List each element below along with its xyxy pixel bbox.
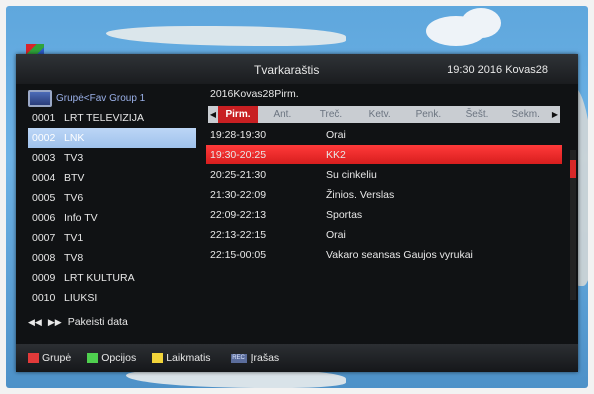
window-title-bar: Tvarkaraštis 19:30 2016 Kovas28 bbox=[16, 54, 578, 84]
channel-number: 0006 bbox=[32, 212, 56, 224]
channel-row[interactable]: 0001 LRT TELEVIZIJA bbox=[28, 108, 196, 128]
red-key-icon bbox=[28, 353, 39, 363]
channel-number: 0008 bbox=[32, 252, 56, 264]
epg-panel: 2016Kovas28Pirm. ◀ Pirm. Ant. Treč. Ketv. Pe… bbox=[206, 88, 576, 264]
channel-name: LRT KULTURA bbox=[64, 272, 135, 284]
green-key-label: Opcijos bbox=[101, 352, 137, 364]
event-time: 19:30-20:25 bbox=[210, 148, 267, 161]
channel-row[interactable]: 0005 TV6 bbox=[28, 188, 196, 208]
scrollbar[interactable] bbox=[570, 150, 576, 300]
event-title: Žinios. Verslas bbox=[326, 188, 395, 201]
change-date-hint[interactable]: ◀◀ ▶▶ Pakeisti data bbox=[28, 316, 128, 328]
scrollbar-thumb[interactable] bbox=[570, 160, 576, 178]
event-title: Sportas bbox=[326, 208, 363, 221]
tab-left-arrow-icon[interactable]: ◀ bbox=[208, 106, 218, 123]
day-tabs: ◀ Pirm. Ant. Treč. Ketv. Penk. Šešt. Sekm. ▶ bbox=[208, 106, 560, 123]
event-row[interactable]: 22:09-22:13 Sportas bbox=[206, 205, 576, 224]
channel-number: 0003 bbox=[32, 152, 56, 164]
channel-number: 0007 bbox=[32, 232, 56, 244]
channel-name: TV8 bbox=[64, 252, 84, 264]
channel-name: LIUKSI bbox=[64, 292, 98, 304]
tab-right-arrow-icon[interactable]: ▶ bbox=[550, 106, 560, 123]
event-title: Vakaro seansas Gaujos vyrukai bbox=[326, 248, 473, 261]
event-time: 22:15-00:05 bbox=[210, 248, 267, 261]
rec-icon: REC bbox=[230, 353, 247, 363]
channel-name: Info TV bbox=[64, 212, 98, 224]
event-time: 20:25-21:30 bbox=[210, 168, 267, 181]
event-title: Orai bbox=[326, 228, 346, 241]
channel-name: TV6 bbox=[64, 192, 84, 204]
event-time: 21:30-22:09 bbox=[210, 188, 267, 201]
group-selector[interactable]: Grupė<Fav Group 1 bbox=[28, 88, 196, 108]
channel-row[interactable]: 0004 BTV bbox=[28, 168, 196, 188]
event-title: Su cinkeliu bbox=[326, 168, 377, 181]
yellow-key-timer[interactable]: Laikmatis bbox=[152, 352, 211, 364]
fast-forward-icon: ▶▶ bbox=[47, 316, 62, 327]
red-key-group[interactable]: Grupė bbox=[28, 352, 71, 364]
tab-day[interactable]: Ketv. bbox=[355, 109, 404, 120]
window-title: Tvarkaraštis bbox=[254, 63, 320, 77]
color-key-legend: Grupė Opcijos Laikmatis REC Įrašas bbox=[16, 344, 578, 372]
channel-number: 0001 bbox=[32, 112, 56, 124]
event-time: 22:09-22:13 bbox=[210, 208, 267, 221]
channel-row[interactable]: 0003 TV3 bbox=[28, 148, 196, 168]
tab-day[interactable]: Penk. bbox=[404, 109, 453, 120]
channel-row[interactable]: 0010 LIUKSI bbox=[28, 288, 196, 308]
event-row[interactable]: 20:25-21:30 Su cinkeliu bbox=[206, 165, 576, 184]
group-label: Grupė<Fav Group 1 bbox=[56, 92, 146, 104]
channel-name: TV1 bbox=[64, 232, 84, 244]
event-row[interactable]: 22:15-00:05 Vakaro seansas Gaujos vyrukai bbox=[206, 245, 576, 264]
tab-day[interactable]: Sekm. bbox=[501, 109, 550, 120]
epg-window: Tvarkaraštis 19:30 2016 Kovas28 Grupė<Fa… bbox=[16, 54, 578, 372]
channel-number: 0002 bbox=[32, 132, 56, 144]
clock: 19:30 2016 Kovas28 bbox=[447, 64, 548, 76]
channel-row[interactable]: 0002 LNK bbox=[28, 128, 196, 148]
event-time: 19:28-19:30 bbox=[210, 128, 267, 141]
channel-row[interactable]: 0009 LRT KULTURA bbox=[28, 268, 196, 288]
event-row[interactable]: 21:30-22:09 Žinios. Verslas bbox=[206, 185, 576, 204]
yellow-key-icon bbox=[152, 353, 164, 363]
event-time: 22:13-22:15 bbox=[210, 228, 267, 241]
event-title: KK2 bbox=[326, 148, 346, 161]
channel-name: LNK bbox=[64, 132, 85, 144]
epg-date: 2016Kovas28Pirm. bbox=[210, 88, 299, 100]
channel-name: LRT TELEVIZIJA bbox=[64, 112, 144, 124]
red-key-label: Grupė bbox=[42, 352, 72, 364]
event-list: 19:28-19:30 Orai 19:30-20:25 KK2 20:25-21:30… bbox=[206, 125, 576, 264]
map-landmass bbox=[106, 26, 346, 46]
event-row[interactable]: 19:30-20:25 KK2 bbox=[206, 145, 562, 164]
event-row[interactable]: 22:13-22:15 Orai bbox=[206, 225, 576, 244]
channel-row[interactable]: 0008 TV8 bbox=[28, 248, 196, 268]
channel-number: 0010 bbox=[32, 292, 56, 304]
tab-day[interactable]: Treč. bbox=[307, 109, 356, 120]
rec-key-label: Įrašas bbox=[250, 352, 280, 364]
rewind-icon: ◀◀ bbox=[28, 316, 42, 327]
channel-row[interactable]: 0007 TV1 bbox=[28, 228, 196, 248]
cloud-decoration bbox=[461, 8, 501, 38]
yellow-key-label: Laikmatis bbox=[166, 352, 211, 364]
rec-key-record[interactable]: REC Įrašas bbox=[230, 352, 280, 364]
day-tab-row: Pirm. Ant. Treč. Ketv. Penk. Šešt. Sekm. bbox=[218, 106, 550, 123]
change-date-label: Pakeisti data bbox=[67, 316, 128, 328]
channel-list-panel: Grupė<Fav Group 1 0001 LRT TELEVIZIJA 0002… bbox=[28, 88, 196, 308]
tab-day[interactable]: Šešt. bbox=[453, 109, 502, 120]
tab-day[interactable]: Pirm. bbox=[218, 106, 258, 123]
tab-day[interactable]: Ant. bbox=[258, 109, 307, 120]
channel-number: 0005 bbox=[32, 192, 56, 204]
green-key-options[interactable]: Opcijos bbox=[87, 352, 136, 364]
channel-number: 0004 bbox=[32, 172, 56, 184]
green-key-icon bbox=[87, 353, 99, 363]
channel-row[interactable]: 0006 Info TV bbox=[28, 208, 196, 228]
channel-number: 0009 bbox=[32, 272, 56, 284]
channel-list: 0001 LRT TELEVIZIJA 0002 LNK 0003 TV3 0004 BTV 0… bbox=[28, 108, 196, 308]
channel-name: BTV bbox=[64, 172, 85, 184]
channel-name: TV3 bbox=[64, 152, 84, 164]
event-row[interactable]: 19:28-19:30 Orai bbox=[206, 125, 576, 144]
event-title: Orai bbox=[326, 128, 346, 141]
tv-icon bbox=[28, 89, 52, 107]
